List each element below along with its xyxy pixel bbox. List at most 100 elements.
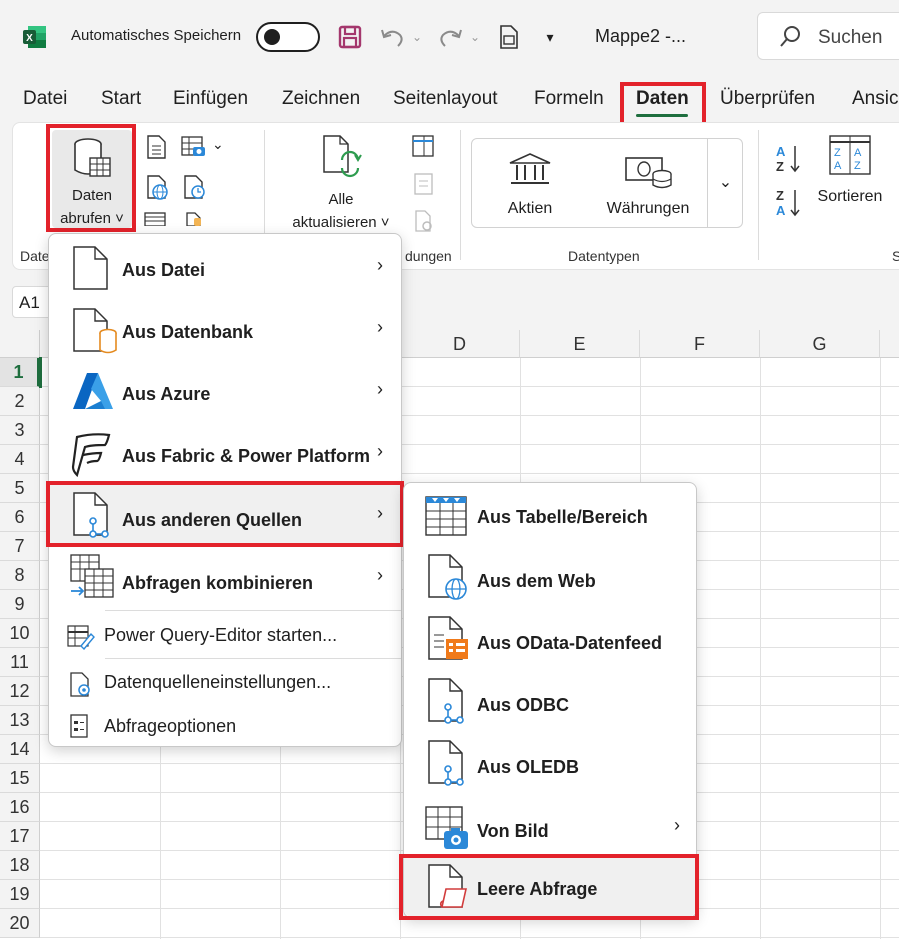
queries-connections-icon[interactable]	[412, 134, 436, 163]
column-header-f[interactable]: F	[640, 330, 760, 358]
autosave-toggle[interactable]	[256, 22, 320, 52]
row-header[interactable]: 1	[0, 358, 40, 387]
row-header[interactable]: 13	[0, 706, 40, 735]
row-header[interactable]: 3	[0, 416, 40, 445]
search-placeholder: Suchen	[818, 27, 883, 48]
sort-za-icon[interactable]: ZA	[775, 186, 803, 225]
name-box[interactable]: A1	[12, 286, 52, 318]
get-data-button[interactable]: Daten abrufen ˅	[52, 130, 132, 228]
from-text-csv-icon[interactable]	[146, 135, 168, 164]
menu-divider	[105, 658, 401, 659]
menu-item-label: Aus Fabric & Power Platform	[122, 446, 371, 466]
currencies-button[interactable]: Währungen	[598, 146, 698, 224]
customize-toolbar-icon[interactable]: ▾	[540, 20, 560, 54]
row-header[interactable]: 4	[0, 445, 40, 474]
query-options-icon	[70, 714, 88, 738]
group-label-queries: dungen	[405, 248, 452, 264]
submenu-item-von-bild[interactable]: Von Bild ›	[404, 795, 696, 857]
properties-icon[interactable]	[414, 172, 434, 201]
menu-item-power-query-editor[interactable]: Power Query-Editor starten...	[49, 614, 401, 658]
undo-dropdown-icon[interactable]: ⌄	[410, 20, 424, 54]
row-header[interactable]: 19	[0, 880, 40, 909]
menu-item-aus-anderen-quellen[interactable]: Aus anderen Quellen ›	[49, 485, 401, 547]
row-header[interactable]: 20	[0, 909, 40, 938]
submenu-item-web[interactable]: Aus dem Web	[404, 547, 696, 609]
data-types-more-button[interactable]: ⌄	[707, 138, 743, 228]
svg-text:Z: Z	[854, 160, 861, 172]
undo-icon[interactable]	[378, 20, 406, 54]
from-picture-dropdown-icon[interactable]: ⌄	[212, 136, 224, 153]
redo-dropdown-icon[interactable]: ⌄	[468, 20, 482, 54]
save-icon[interactable]	[336, 20, 364, 54]
ribbon-separator	[758, 130, 759, 260]
sort-button[interactable]: Z A A Z Sortieren	[808, 132, 892, 214]
menu-item-aus-datei[interactable]: Aus Datei ›	[49, 237, 401, 299]
svg-text:A: A	[854, 147, 862, 159]
row-header[interactable]: 10	[0, 619, 40, 648]
tab-ansicht[interactable]: Ansic	[852, 88, 898, 110]
tab-zeichnen[interactable]: Zeichnen	[282, 88, 360, 110]
submenu-item-label: Aus dem Web	[477, 571, 596, 591]
from-web-small-icon[interactable]	[146, 175, 170, 206]
submenu-item-leere-abfrage[interactable]: Leere Abfrage	[404, 857, 696, 917]
row-header[interactable]: 6	[0, 503, 40, 532]
tab-einfuegen[interactable]: Einfügen	[173, 88, 248, 110]
search-box[interactable]: Suchen	[757, 12, 899, 60]
submenu-item-oledb[interactable]: Aus OLEDB	[404, 733, 696, 795]
select-all-corner[interactable]	[0, 330, 40, 358]
tab-daten[interactable]: Daten	[636, 88, 689, 110]
column-header-e[interactable]: E	[520, 330, 640, 358]
menu-item-abfragen-kombinieren[interactable]: Abfragen kombinieren ›	[49, 547, 401, 609]
row-header[interactable]: 5	[0, 474, 40, 503]
tab-ueberpruefen[interactable]: Überprüfen	[720, 88, 815, 110]
tab-formeln[interactable]: Formeln	[534, 88, 604, 110]
menu-item-abfrageoptionen[interactable]: Abfrageoptionen	[49, 705, 401, 747]
svg-text:A: A	[776, 203, 786, 218]
column-header-d[interactable]: D	[400, 330, 520, 358]
sort-az-icon[interactable]: AZ	[775, 142, 803, 181]
edit-links-icon[interactable]	[414, 210, 436, 237]
menu-item-aus-azure[interactable]: Aus Azure ›	[49, 361, 401, 423]
row-header[interactable]: 2	[0, 387, 40, 416]
row-header[interactable]: 9	[0, 590, 40, 619]
sort-label: Sortieren	[817, 188, 883, 205]
row-header[interactable]: 8	[0, 561, 40, 590]
row-header[interactable]: 16	[0, 793, 40, 822]
menu-item-label: Aus Datei	[122, 260, 206, 280]
menu-item-aus-datenbank[interactable]: Aus Datenbank ›	[49, 299, 401, 361]
redo-icon[interactable]	[437, 20, 465, 54]
currencies-label: Währungen	[606, 200, 690, 217]
document-title: Mappe2 -...	[595, 26, 687, 46]
row-header[interactable]: 18	[0, 851, 40, 880]
row-header[interactable]: 11	[0, 648, 40, 677]
row-header[interactable]: 15	[0, 764, 40, 793]
submenu-item-label: Aus OData-Datenfeed	[477, 633, 663, 653]
row-header[interactable]: 17	[0, 822, 40, 851]
recent-sources-icon[interactable]	[183, 175, 207, 206]
refresh-all-button[interactable]: Alle aktualisieren ˅	[282, 130, 400, 231]
menu-item-aus-fabric[interactable]: Aus Fabric & Power Platform ›	[49, 423, 401, 485]
azure-icon	[73, 373, 113, 409]
tab-start[interactable]: Start	[101, 88, 141, 110]
refresh-label-1: Alle	[328, 191, 354, 208]
stocks-button[interactable]: Aktien	[490, 146, 570, 224]
chevron-right-icon: ›	[377, 441, 383, 461]
menu-item-datenquelleneinstellungen[interactable]: Datenquelleneinstellungen...	[49, 661, 401, 705]
existing-connections-icon[interactable]	[185, 212, 205, 231]
excel-logo-icon: X	[23, 26, 46, 48]
submenu-item-tabelle-bereich[interactable]: Aus Tabelle/Bereich	[404, 485, 696, 547]
row-header[interactable]: 14	[0, 735, 40, 764]
odbc-icon	[428, 678, 464, 724]
grid-column-line	[760, 358, 761, 939]
row-header[interactable]: 7	[0, 532, 40, 561]
column-header-g[interactable]: G	[760, 330, 880, 358]
submenu-item-odbc[interactable]: Aus ODBC	[404, 671, 696, 733]
from-table-small-icon[interactable]	[144, 212, 168, 231]
tab-datei[interactable]: Datei	[23, 88, 67, 110]
row-header[interactable]: 12	[0, 677, 40, 706]
tab-seitenlayout[interactable]: Seitenlayout	[393, 88, 498, 110]
submenu-item-odata[interactable]: Aus OData-Datenfeed	[404, 609, 696, 671]
print-preview-icon[interactable]	[496, 20, 522, 54]
column-header-h[interactable]	[880, 330, 899, 358]
from-picture-small-icon[interactable]	[181, 135, 209, 164]
